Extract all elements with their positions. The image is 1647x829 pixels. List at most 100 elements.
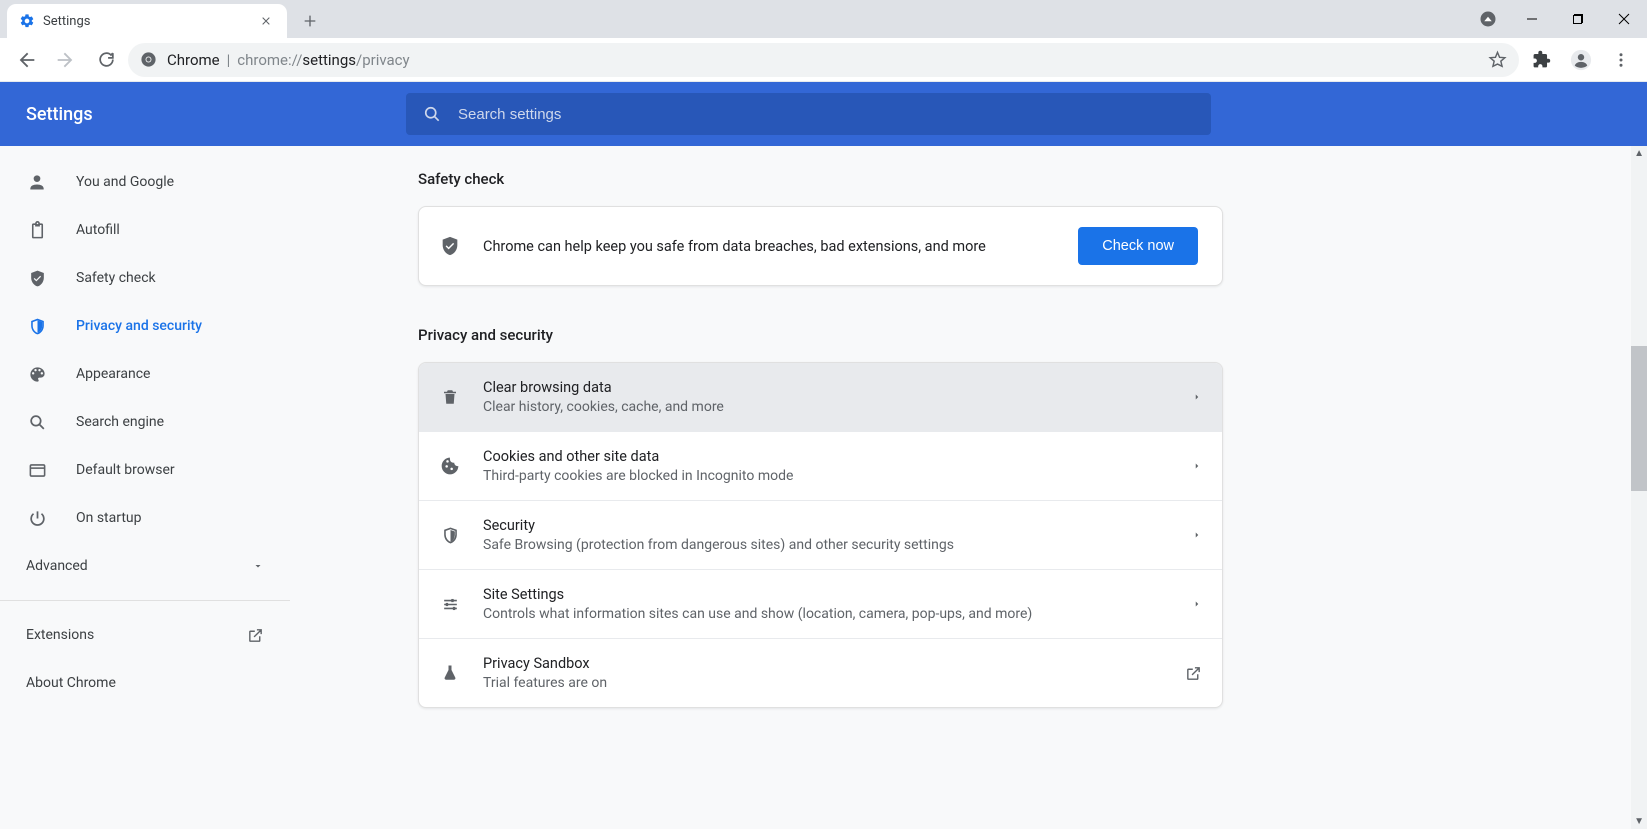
privacy-security-card: Clear browsing data Clear history, cooki… — [418, 362, 1223, 708]
chevron-right-icon — [1192, 530, 1202, 540]
settings-app: Settings You and Google Autofill Safety … — [0, 82, 1647, 829]
profile-badge-icon[interactable] — [1473, 4, 1503, 34]
sidebar-item-label: On startup — [76, 510, 142, 526]
row-title: Clear browsing data — [483, 379, 724, 396]
window-controls — [1473, 0, 1647, 38]
advanced-label: Advanced — [26, 558, 88, 574]
chrome-menu-button[interactable] — [1603, 42, 1639, 78]
flask-icon — [439, 663, 461, 683]
row-subtitle: Safe Browsing (protection from dangerous… — [483, 537, 954, 553]
reload-button[interactable] — [88, 42, 124, 78]
scrollbar-thumb[interactable] — [1631, 346, 1647, 491]
page-scrollbar[interactable]: ▲ ▼ — [1631, 146, 1647, 829]
settings-main: Safety check Chrome can help keep you sa… — [290, 146, 1647, 829]
settings-header: Settings — [0, 82, 1647, 146]
extensions-icon[interactable] — [1523, 42, 1559, 78]
url-prefix: chrome:// — [237, 51, 302, 69]
settings-gear-icon — [19, 13, 35, 29]
cookie-icon — [439, 456, 461, 476]
sidebar-item-appearance[interactable]: Appearance — [0, 350, 290, 398]
check-now-button[interactable]: Check now — [1078, 227, 1198, 265]
settings-search[interactable] — [406, 93, 1211, 135]
shield-icon — [26, 317, 48, 336]
window-minimize-button[interactable] — [1509, 0, 1555, 38]
about-label: About Chrome — [26, 675, 116, 691]
search-icon — [26, 413, 48, 432]
row-subtitle: Third-party cookies are blocked in Incog… — [483, 468, 793, 484]
privacy-security-heading: Privacy and security — [418, 326, 1223, 344]
sidebar-item-extensions[interactable]: Extensions — [0, 611, 290, 659]
external-link-icon — [247, 627, 264, 644]
power-icon — [26, 509, 48, 528]
browser-window-icon — [26, 461, 48, 480]
row-privacy-sandbox[interactable]: Privacy Sandbox Trial features are on — [419, 638, 1222, 707]
scroll-up-icon[interactable]: ▲ — [1634, 148, 1644, 159]
clipboard-icon — [26, 221, 48, 240]
row-title: Cookies and other site data — [483, 448, 793, 465]
palette-icon — [26, 365, 48, 384]
settings-title: Settings — [26, 104, 406, 125]
sidebar-item-safety-check[interactable]: Safety check — [0, 254, 290, 302]
chrome-page-icon — [140, 51, 157, 68]
sidebar-item-you-and-google[interactable]: You and Google — [0, 158, 290, 206]
row-clear-browsing-data[interactable]: Clear browsing data Clear history, cooki… — [419, 363, 1222, 431]
trash-icon — [439, 387, 461, 407]
sidebar-item-label: You and Google — [76, 174, 174, 190]
address-bar-url: Chrome | chrome://settings/privacy — [167, 51, 410, 69]
row-title: Site Settings — [483, 586, 1032, 603]
tab-close-button[interactable] — [255, 10, 277, 32]
sidebar-item-label: Safety check — [76, 270, 156, 286]
sidebar-item-about-chrome[interactable]: About Chrome — [0, 659, 290, 707]
sidebar-item-default-browser[interactable]: Default browser — [0, 446, 290, 494]
settings-body: You and Google Autofill Safety check Pri… — [0, 146, 1647, 829]
browser-tab[interactable]: Settings — [7, 4, 287, 38]
row-security[interactable]: Security Safe Browsing (protection from … — [419, 500, 1222, 569]
back-button[interactable] — [8, 42, 44, 78]
row-title: Privacy Sandbox — [483, 655, 607, 672]
sidebar-advanced-toggle[interactable]: Advanced — [0, 542, 290, 590]
search-icon — [422, 104, 442, 124]
row-site-settings[interactable]: Site Settings Controls what information … — [419, 569, 1222, 638]
url-scheme-label: Chrome — [167, 51, 220, 69]
sidebar-item-search-engine[interactable]: Search engine — [0, 398, 290, 446]
sidebar-item-label: Autofill — [76, 222, 120, 238]
row-subtitle: Trial features are on — [483, 675, 607, 691]
row-title: Security — [483, 517, 954, 534]
sidebar-item-label: Search engine — [76, 414, 164, 430]
person-icon — [26, 172, 48, 192]
tab-title: Settings — [43, 14, 90, 29]
extensions-label: Extensions — [26, 627, 94, 643]
sidebar-item-autofill[interactable]: Autofill — [0, 206, 290, 254]
scroll-down-icon[interactable]: ▼ — [1634, 816, 1644, 827]
browser-toolbar: Chrome | chrome://settings/privacy — [0, 38, 1647, 82]
sidebar-item-label: Appearance — [76, 366, 150, 382]
sidebar-item-label: Privacy and security — [76, 318, 202, 334]
url-path: /privacy — [356, 51, 410, 69]
settings-search-input[interactable] — [458, 106, 1195, 123]
safety-check-heading: Safety check — [418, 170, 1223, 188]
safety-check-description: Chrome can help keep you safe from data … — [483, 238, 1056, 255]
new-tab-button[interactable] — [295, 6, 325, 36]
window-titlebar: Settings — [0, 0, 1647, 38]
shield-check-icon — [26, 269, 48, 288]
url-host: settings — [302, 51, 356, 69]
row-subtitle: Clear history, cookies, cache, and more — [483, 399, 724, 415]
address-bar[interactable]: Chrome | chrome://settings/privacy — [128, 43, 1519, 77]
row-cookies[interactable]: Cookies and other site data Third-party … — [419, 431, 1222, 500]
sidebar-item-on-startup[interactable]: On startup — [0, 494, 290, 542]
window-maximize-button[interactable] — [1555, 0, 1601, 38]
shield-check-icon — [439, 235, 461, 257]
window-close-button[interactable] — [1601, 0, 1647, 38]
sidebar-separator — [0, 600, 290, 601]
forward-button[interactable] — [48, 42, 84, 78]
row-subtitle: Controls what information sites can use … — [483, 606, 1032, 622]
tune-icon — [439, 595, 461, 614]
chevron-right-icon — [1192, 599, 1202, 609]
sidebar-item-privacy-security[interactable]: Privacy and security — [0, 302, 290, 350]
settings-sidebar: You and Google Autofill Safety check Pri… — [0, 146, 290, 829]
profile-avatar-icon[interactable] — [1563, 42, 1599, 78]
sidebar-item-label: Default browser — [76, 462, 175, 478]
external-link-icon — [1185, 665, 1202, 682]
chevron-right-icon — [1192, 461, 1202, 471]
bookmark-star-icon[interactable] — [1488, 50, 1507, 69]
